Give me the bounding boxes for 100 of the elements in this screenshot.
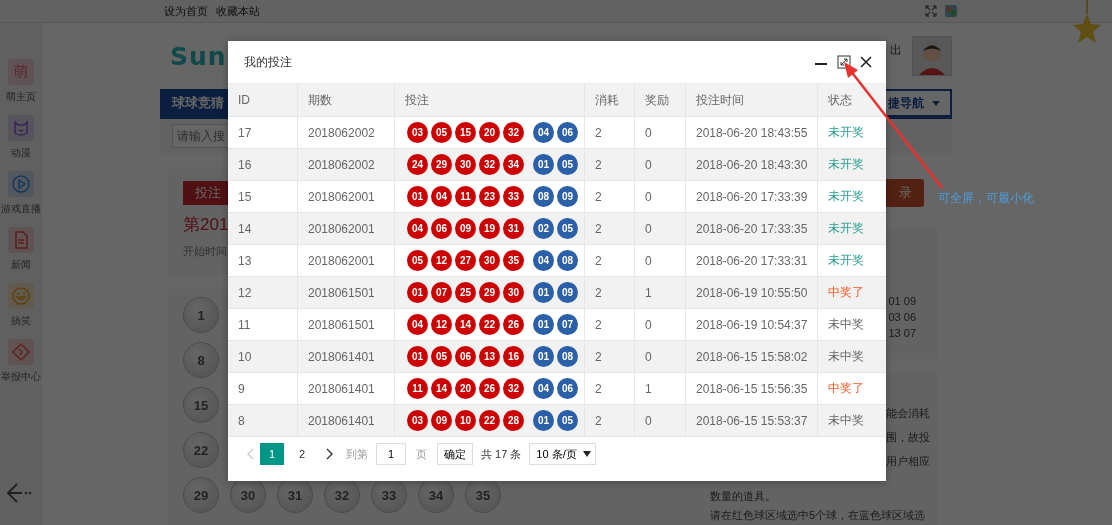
- lottery-ball: 12: [431, 250, 452, 271]
- page-size-select[interactable]: 10 条/页: [529, 443, 596, 465]
- lottery-ball: 27: [455, 250, 476, 271]
- column-header: 期数: [298, 84, 395, 117]
- top-link[interactable]: 设为首页: [164, 3, 208, 19]
- site-logo: Sun: [170, 41, 227, 71]
- lottery-ball: 29: [479, 282, 500, 303]
- table-cell: 2: [585, 277, 635, 309]
- page-unit-label: 页: [416, 446, 427, 462]
- page-button[interactable]: 1: [260, 443, 284, 465]
- lottery-ball: 03: [407, 122, 428, 143]
- table-cell: 10: [228, 341, 298, 373]
- number-ball[interactable]: 8: [183, 342, 219, 378]
- column-header: 投注时间: [686, 84, 818, 117]
- lottery-ball: 12: [431, 314, 452, 335]
- lottery-ball: 19: [479, 218, 500, 239]
- bonus-ball: 08: [557, 346, 578, 367]
- lottery-ball: 11: [455, 186, 476, 207]
- table-cell: 2018-06-20 18:43:30: [686, 149, 818, 181]
- table-cell: 2: [585, 341, 635, 373]
- lottery-ball: 06: [455, 346, 476, 367]
- lottery-ball: 20: [455, 378, 476, 399]
- bonus-ball: 01: [533, 346, 554, 367]
- lottery-ball: 05: [431, 346, 452, 367]
- bonus-ball: 02: [533, 218, 554, 239]
- column-header: ID: [228, 84, 298, 117]
- bonus-ball: 08: [557, 250, 578, 271]
- lottery-ball: 32: [503, 378, 524, 399]
- table-cell: 2018061501: [298, 277, 395, 309]
- table-cell: 14: [228, 213, 298, 245]
- table-cell: 0: [635, 213, 686, 245]
- bonus-ball: 05: [557, 218, 578, 239]
- table-cell: 2018-06-15 15:58:02: [686, 341, 818, 373]
- table-cell: 12: [228, 277, 298, 309]
- table-cell: 2018-06-15 15:53:37: [686, 405, 818, 437]
- bonus-ball: 05: [557, 410, 578, 431]
- logout-link[interactable]: 出: [890, 42, 902, 59]
- page-input[interactable]: 1: [376, 443, 406, 465]
- bonus-ball: 01: [533, 410, 554, 431]
- lottery-ball: 06: [431, 218, 452, 239]
- lottery-ball: 10: [455, 410, 476, 431]
- bonus-ball: 09: [557, 186, 578, 207]
- bonus-ball: 04: [533, 378, 554, 399]
- lottery-ball: 04: [431, 186, 452, 207]
- lottery-ball: 09: [455, 218, 476, 239]
- confirm-button[interactable]: 确定: [437, 443, 473, 465]
- note-text: 能会消耗: [886, 406, 930, 421]
- bonus-ball: 01: [533, 314, 554, 335]
- lottery-ball: 31: [503, 218, 524, 239]
- lottery-ball: 13: [479, 346, 500, 367]
- lottery-ball: 04: [407, 314, 428, 335]
- bonus-ball: 04: [533, 122, 554, 143]
- lottery-ball: 14: [455, 314, 476, 335]
- goto-label: 到第: [346, 446, 368, 462]
- table-cell: 2018-06-19 10:55:50: [686, 277, 818, 309]
- lottery-ball: 22: [479, 410, 500, 431]
- lottery-ball: 25: [455, 282, 476, 303]
- lottery-ball: 05: [431, 122, 452, 143]
- table-cell: 2018061401: [298, 341, 395, 373]
- bonus-ball: 04: [533, 250, 554, 271]
- bonus-ball: 07: [557, 314, 578, 335]
- total-count: 共 17 条: [481, 446, 522, 462]
- note-text: 围，故投: [886, 430, 930, 445]
- lottery-ball: 03: [407, 410, 428, 431]
- number-ball[interactable]: 1: [183, 297, 219, 333]
- note-text: 用户相应: [886, 454, 930, 469]
- result-numbers: 03 06: [888, 311, 916, 323]
- table-cell: 2018062001: [298, 213, 395, 245]
- status-cell: 未中奖: [818, 341, 886, 373]
- top-link[interactable]: 收藏本站: [216, 3, 260, 19]
- number-ball[interactable]: 22: [183, 432, 219, 468]
- column-header: 投注: [395, 84, 585, 117]
- lottery-ball: 30: [503, 282, 524, 303]
- table-cell: 0: [635, 149, 686, 181]
- table-cell: 16: [228, 149, 298, 181]
- bonus-ball: 06: [557, 122, 578, 143]
- lottery-ball: 33: [503, 186, 524, 207]
- lottery-ball: 30: [455, 154, 476, 175]
- lottery-ball: 28: [503, 410, 524, 431]
- lottery-ball: 34: [503, 154, 524, 175]
- lottery-ball: 15: [455, 122, 476, 143]
- bonus-ball: 01: [533, 154, 554, 175]
- status-cell: 未开奖: [818, 149, 886, 181]
- period-title: 第201: [183, 214, 229, 236]
- bonus-ball: 08: [533, 186, 554, 207]
- lottery-ball: 32: [479, 154, 500, 175]
- table-cell: 2018-06-20 17:33:35: [686, 213, 818, 245]
- lottery-ball: 14: [431, 378, 452, 399]
- lottery-ball: 09: [431, 410, 452, 431]
- lottery-ball: 26: [479, 378, 500, 399]
- page-button[interactable]: 2: [290, 443, 314, 465]
- lottery-ball: 29: [431, 154, 452, 175]
- number-ball[interactable]: 15: [183, 387, 219, 423]
- table-cell: 2: [585, 213, 635, 245]
- column-header: 消耗: [585, 84, 635, 117]
- number-ball[interactable]: 29: [183, 477, 219, 513]
- lottery-ball: 16: [503, 346, 524, 367]
- lottery-ball: 20: [479, 122, 500, 143]
- status-cell: 中奖了: [818, 277, 886, 309]
- lottery-ball: 32: [503, 122, 524, 143]
